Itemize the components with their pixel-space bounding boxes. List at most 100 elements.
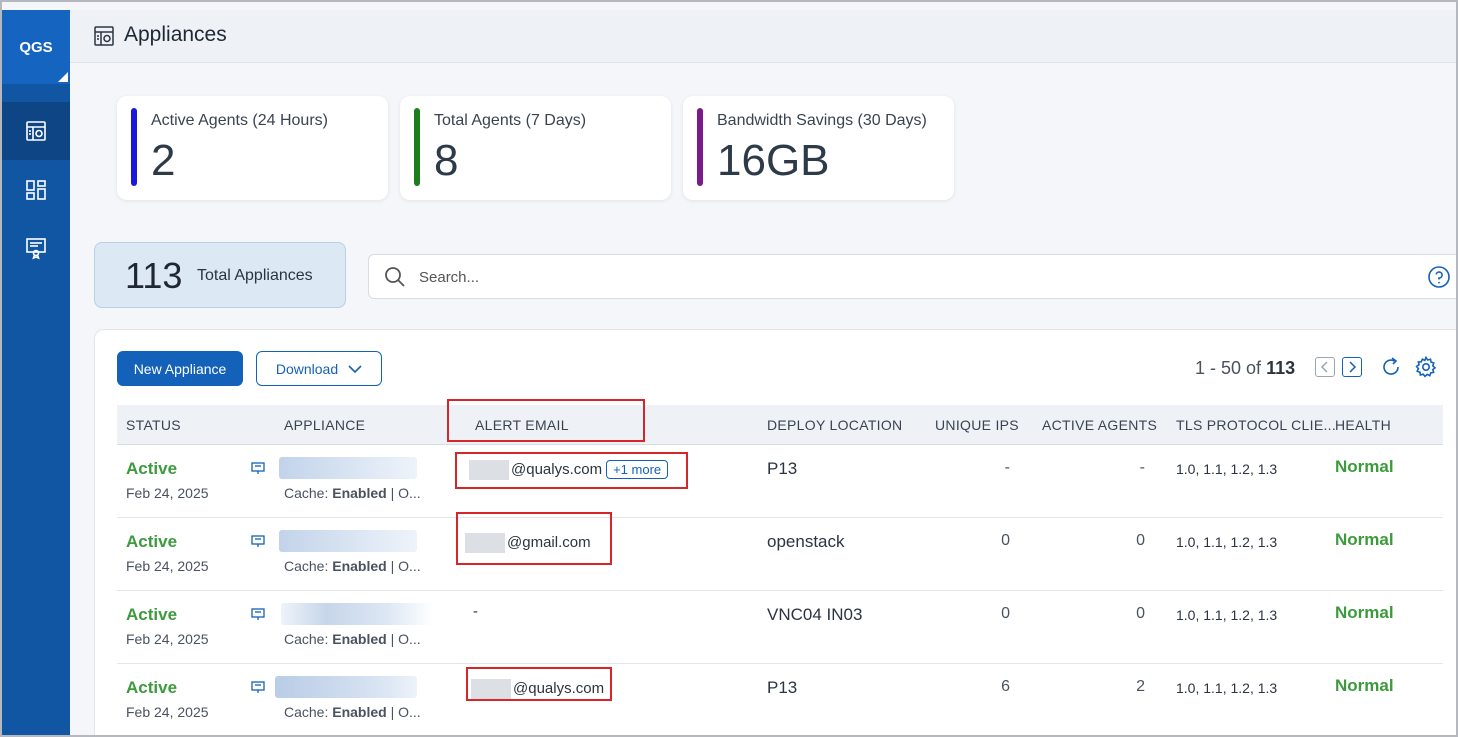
status-text: Active: [126, 605, 178, 624]
corner-arrow-icon: [58, 72, 68, 82]
column-header-unique-ips[interactable]: UNIQUE IPS: [935, 417, 1019, 433]
health-status: Normal: [1335, 530, 1394, 549]
chevron-left-icon: [1320, 361, 1328, 373]
appliance-monitor-icon: [251, 535, 265, 547]
highlight-box-email-row-2: [456, 512, 612, 565]
cache-info: Cache: Enabled | O...: [284, 631, 421, 647]
download-button[interactable]: Download: [256, 351, 382, 386]
gear-icon[interactable]: [1414, 355, 1438, 379]
column-header-deploy-location[interactable]: DEPLOY LOCATION: [767, 417, 902, 433]
unique-ips: 0: [1001, 605, 1010, 622]
cache-value: Enabled: [332, 704, 387, 720]
new-appliance-button[interactable]: New Appliance: [117, 351, 243, 386]
search-icon: [385, 267, 405, 287]
status-date: Feb 24, 2025: [126, 704, 209, 720]
unique-ips: 6: [1001, 678, 1010, 695]
cache-label: Cache:: [284, 704, 329, 720]
deploy-location: openstack: [767, 532, 845, 551]
column-header-tls-protocol[interactable]: TLS PROTOCOL CLIE...: [1176, 417, 1336, 433]
help-icon[interactable]: [1427, 265, 1451, 289]
highlight-box-email-row-4: [466, 667, 612, 701]
column-header-appliance[interactable]: APPLIANCE: [284, 417, 365, 433]
cache-value: Enabled: [332, 631, 387, 647]
deploy-location: VNC04 IN03: [767, 605, 863, 624]
tls-protocols: 1.0, 1.1, 1.2, 1.3: [1176, 534, 1278, 550]
cache-info: Cache: Enabled | O...: [284, 485, 421, 501]
download-label: Download: [275, 360, 339, 377]
pager-range: 1 - 50 of: [1195, 358, 1262, 378]
sidebar-item-dashboard[interactable]: [2, 161, 70, 219]
unique-ips: 0: [1001, 532, 1010, 549]
page-header: Appliances: [70, 10, 1456, 63]
total-appliances-tile[interactable]: 113 Total Appliances: [94, 242, 346, 308]
pagination-summary: 1 - 50 of 113: [1195, 358, 1295, 379]
refresh-icon[interactable]: [1379, 355, 1403, 379]
stat-color-bar: [131, 108, 137, 186]
stat-value: 2: [151, 136, 176, 185]
health-status: Normal: [1335, 603, 1394, 622]
status-text: Active: [126, 459, 178, 478]
total-appliances-label: Total Appliances: [197, 267, 313, 284]
status-date: Feb 24, 2025: [126, 558, 209, 574]
table-row[interactable]: Active Feb 24, 2025 Cache: Enabled | O..…: [117, 445, 1443, 518]
pager-total: 113: [1266, 358, 1296, 378]
table-row[interactable]: Active Feb 24, 2025 Cache: Enabled | O..…: [117, 591, 1443, 664]
column-header-status[interactable]: STATUS: [126, 417, 181, 433]
appliances-icon: [94, 26, 114, 46]
stat-label: Bandwidth Savings (30 Days): [717, 112, 927, 129]
dashboard-icon: [26, 180, 46, 200]
appliance-name-redacted[interactable]: [279, 457, 417, 479]
appliance-monitor-icon: [251, 608, 265, 620]
total-appliances-count: 113: [125, 255, 183, 296]
alert-email-cell: -: [473, 603, 478, 620]
appliance-name-redacted[interactable]: [279, 530, 417, 552]
health-status: Normal: [1335, 676, 1394, 695]
stat-label: Total Agents (7 Days): [434, 112, 587, 129]
table-row[interactable]: Active Feb 24, 2025 Cache: Enabled | O..…: [117, 518, 1443, 591]
cache-suffix: | O...: [390, 631, 421, 647]
cache-label: Cache:: [284, 631, 329, 647]
cache-label: Cache:: [284, 485, 329, 501]
stat-card-bandwidth-savings: Bandwidth Savings (30 Days) 16GB: [683, 96, 954, 200]
brand-label: QGS: [19, 38, 53, 56]
appliance-monitor-icon: [251, 681, 265, 693]
active-agents: -: [1139, 459, 1145, 476]
column-header-health[interactable]: HEALTH: [1335, 417, 1391, 433]
column-header-active-agents[interactable]: ACTIVE AGENTS: [1042, 417, 1157, 433]
sidebar-item-appliances[interactable]: [2, 102, 70, 160]
appliances-icon: [26, 121, 46, 141]
search-input[interactable]: [419, 263, 1319, 291]
sidebar-item-certificates[interactable]: [2, 219, 70, 277]
app-window: QGS Appliances Active Agents (24 Hours) …: [0, 0, 1458, 737]
cache-info: Cache: Enabled | O...: [284, 558, 421, 574]
appliance-name-redacted[interactable]: [275, 676, 417, 698]
next-page-button[interactable]: [1342, 357, 1362, 377]
health-status: Normal: [1335, 457, 1394, 476]
appliances-table-panel: New Appliance Download 1 - 50 of 113 STA…: [94, 329, 1456, 735]
page-title: Appliances: [124, 23, 227, 46]
highlight-box-alert-email-header: [447, 399, 645, 442]
cache-value: Enabled: [332, 558, 387, 574]
unique-ips: -: [1004, 459, 1010, 476]
deploy-location: P13: [767, 678, 798, 697]
stat-value: 16GB: [717, 136, 830, 185]
cache-label: Cache:: [284, 558, 329, 574]
brand-switcher[interactable]: QGS: [2, 10, 70, 84]
cache-suffix: | O...: [390, 704, 421, 720]
active-agents: 2: [1136, 678, 1145, 695]
appliance-monitor-icon: [251, 462, 265, 474]
tls-protocols: 1.0, 1.1, 1.2, 1.3: [1176, 461, 1278, 477]
active-agents: 0: [1136, 605, 1145, 622]
status-text: Active: [126, 678, 178, 697]
tls-protocols: 1.0, 1.1, 1.2, 1.3: [1176, 680, 1278, 696]
prev-page-button[interactable]: [1315, 357, 1335, 377]
tls-protocols: 1.0, 1.1, 1.2, 1.3: [1176, 607, 1278, 623]
stat-card-active-agents: Active Agents (24 Hours) 2: [117, 96, 388, 200]
chevron-down-icon: [348, 364, 362, 373]
appliance-name-redacted[interactable]: [281, 603, 433, 625]
search-bar: [368, 254, 1456, 299]
certificate-icon: [26, 238, 46, 260]
table-row[interactable]: Active Feb 24, 2025 Cache: Enabled | O..…: [117, 664, 1443, 735]
stat-value: 8: [434, 136, 459, 185]
stat-color-bar: [414, 108, 420, 186]
